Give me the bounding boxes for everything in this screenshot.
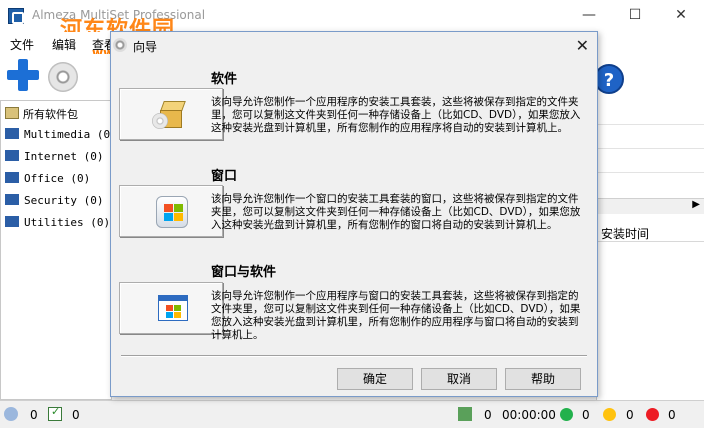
folder-icon xyxy=(5,150,19,161)
tree-item-internet[interactable]: Internet (0) xyxy=(5,150,103,168)
tree-item-office[interactable]: Office (0) xyxy=(5,172,90,190)
status-count: 0 xyxy=(668,408,676,422)
folder-icon xyxy=(5,128,19,139)
divider xyxy=(597,172,704,173)
software-box-icon xyxy=(152,101,186,129)
red-status-icon xyxy=(646,408,659,421)
status-count: 0 xyxy=(626,408,634,422)
cancel-button[interactable]: 取消 xyxy=(421,368,497,390)
app-icon xyxy=(8,8,24,24)
software-description: 该向导允许您制作一个应用程序的安装工具套装，这些将被保存到指定的文件夹里，您可以… xyxy=(211,96,581,134)
tree-item-label: Security (0) xyxy=(24,194,104,207)
status-bar: 0 ✓ 0 0 00:00:00 0 0 0 xyxy=(0,400,704,428)
tree-item-utilities[interactable]: Utilities (0) xyxy=(5,216,110,234)
window-app-icon xyxy=(158,295,188,321)
tree-item-label: Internet (0) xyxy=(24,150,104,163)
tree-item-label: Multimedia (0) xyxy=(24,128,117,141)
windows-and-software-option-button[interactable] xyxy=(119,282,223,334)
green-status-icon xyxy=(560,408,573,421)
package-tree: 所有软件包 Multimedia (0) Internet (0) Office… xyxy=(0,100,117,400)
status-count: 0 xyxy=(582,408,590,422)
dialog-title-bar: 向导 ✕ xyxy=(111,32,597,60)
software-heading: 软件 xyxy=(211,72,238,87)
maximize-icon[interactable]: ☐ xyxy=(612,0,658,32)
help-icon[interactable]: ? xyxy=(594,64,624,94)
windows-heading: 窗口 xyxy=(211,169,238,184)
divider xyxy=(597,124,704,125)
folder-icon xyxy=(5,216,19,227)
help-button[interactable]: 帮助 xyxy=(505,368,581,390)
packages-icon xyxy=(5,107,19,119)
minimize-icon[interactable]: — xyxy=(566,0,612,32)
disc-icon[interactable] xyxy=(48,62,78,92)
scroll-right-icon[interactable]: ▶ xyxy=(692,199,700,210)
tree-item-multimedia[interactable]: Multimedia (0) xyxy=(5,128,117,146)
status-timer: 00:00:00 xyxy=(502,408,556,422)
install-icon xyxy=(458,407,472,421)
yellow-status-icon xyxy=(603,408,616,421)
windows-and-software-description: 该向导允许您制作一个应用程序与窗口的安装工具套装，这些将被保存到指定的文件夹里，… xyxy=(211,290,581,341)
windows-description: 该向导允许您制作一个窗口的安装工具套装的窗口，这些将被保存到指定的文件夹里，您可… xyxy=(211,193,581,231)
divider xyxy=(597,148,704,149)
status-count: 0 xyxy=(72,408,80,422)
software-option-button[interactable] xyxy=(119,88,223,140)
tree-item-label: Office (0) xyxy=(24,172,91,185)
packages-status-icon xyxy=(4,407,18,421)
title-bar: Almeza MultiSet Professional 河东软件园 — ☐ ✕ xyxy=(0,0,704,43)
menu-file[interactable]: 文件 xyxy=(10,36,34,53)
wizard-dialog: 向导 ✕ 软件 该向导允许您制作一个应用程序的安装工具套装，这些将被保存到指定的… xyxy=(110,31,598,397)
status-count: 0 xyxy=(484,408,492,422)
horizontal-scrollbar[interactable]: ▶ xyxy=(597,198,704,214)
wizard-icon xyxy=(113,38,127,52)
ok-button[interactable]: 确定 xyxy=(337,368,413,390)
menu-edit[interactable]: 编辑 xyxy=(52,36,76,53)
status-count: 0 xyxy=(30,408,38,422)
windows-logo-icon xyxy=(156,196,188,228)
folder-icon xyxy=(5,194,19,205)
add-icon[interactable] xyxy=(6,58,40,92)
right-pane: ▶ 安装时间 xyxy=(596,100,704,400)
close-icon[interactable]: ✕ xyxy=(658,0,704,32)
tree-item-security[interactable]: Security (0) xyxy=(5,194,103,212)
check-icon: ✓ xyxy=(48,405,62,421)
tree-root[interactable]: 所有软件包 xyxy=(5,106,78,124)
dialog-close-icon[interactable]: ✕ xyxy=(576,36,589,55)
windows-and-software-heading: 窗口与软件 xyxy=(211,265,277,280)
dialog-divider xyxy=(121,355,587,357)
windows-option-button[interactable] xyxy=(119,185,223,237)
dialog-title: 向导 xyxy=(133,40,158,54)
tree-root-label: 所有软件包 xyxy=(23,108,78,121)
column-header-install-time[interactable]: 安装时间 xyxy=(597,222,704,242)
tree-item-label: Utilities (0) xyxy=(24,216,111,229)
folder-icon xyxy=(5,172,19,183)
